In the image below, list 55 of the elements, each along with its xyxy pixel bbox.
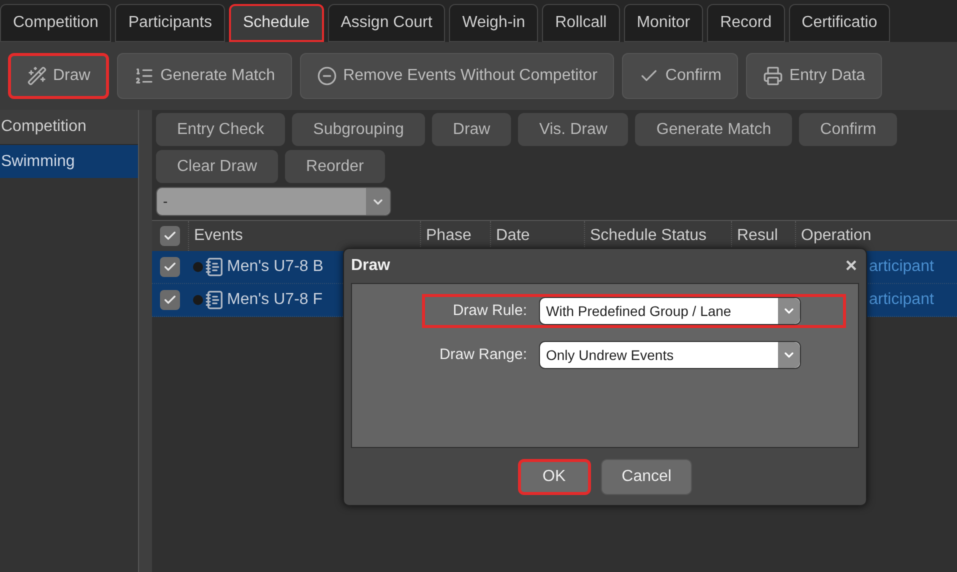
- sidebar-item[interactable]: Swimming: [0, 145, 138, 178]
- notebook-icon: [205, 257, 225, 277]
- check-icon: [163, 260, 177, 274]
- dialog-title: Draw: [351, 256, 390, 276]
- notebook-icon: [205, 290, 225, 310]
- check-icon: [163, 293, 177, 307]
- tab[interactable]: Monitor: [624, 4, 704, 42]
- wand-icon: [27, 66, 47, 86]
- checkbox[interactable]: [160, 257, 180, 277]
- action-button[interactable]: Generate Match: [635, 113, 792, 146]
- minus-circle-icon: [317, 66, 338, 86]
- close-button[interactable]: ×: [843, 256, 859, 276]
- filter-select[interactable]: -: [156, 187, 391, 216]
- field-label: Draw Range:: [438, 344, 528, 365]
- tab[interactable]: Rollcall: [542, 4, 620, 42]
- action-button[interactable]: Reorder: [285, 150, 385, 183]
- tab[interactable]: Certificatio: [788, 4, 890, 42]
- field-label: Draw Rule:: [452, 300, 528, 321]
- action-button[interactable]: Draw: [432, 113, 512, 146]
- printer-icon: [763, 66, 784, 86]
- numbered-list-icon: [134, 66, 154, 86]
- tab[interactable]: Weigh-in: [449, 4, 538, 42]
- column-header: Schedule Status: [590, 226, 707, 246]
- tab[interactable]: Participants: [115, 4, 225, 42]
- toolbar-button[interactable]: Confirm: [622, 53, 738, 99]
- dropdown-select[interactable]: Only Undrew Events: [539, 341, 801, 369]
- tab[interactable]: Competition: [0, 4, 112, 42]
- column-header: Events: [194, 226, 243, 246]
- action-button[interactable]: Entry Check: [156, 113, 286, 146]
- check-icon: [163, 229, 177, 243]
- column-header: Operation: [801, 226, 872, 246]
- column-header: Date: [496, 226, 530, 246]
- operation-link[interactable]: articipant: [869, 255, 934, 279]
- dialog-button[interactable]: OK: [518, 458, 591, 494]
- toolbar-button[interactable]: Remove Events Without Competitor: [300, 53, 614, 99]
- tab[interactable]: Record: [707, 4, 785, 42]
- action-button[interactable]: Confirm: [799, 113, 898, 146]
- dropdown-select[interactable]: With Predefined Group / Lane: [539, 297, 801, 325]
- table-cell-text: Men's U7-8 F: [227, 290, 323, 310]
- action-button[interactable]: Clear Draw: [156, 150, 278, 183]
- table-cell-text: Men's U7-8 B: [227, 257, 324, 277]
- tab[interactable]: Assign Court: [328, 4, 446, 42]
- column-header: Resul: [737, 226, 778, 246]
- tab[interactable]: Schedule: [228, 4, 324, 42]
- toolbar-button[interactable]: Generate Match: [117, 53, 292, 99]
- checkbox[interactable]: [160, 226, 180, 246]
- operation-link[interactable]: articipant: [869, 288, 934, 312]
- dialog-button[interactable]: Cancel: [600, 458, 692, 494]
- toolbar-button[interactable]: Draw: [8, 53, 110, 99]
- action-button[interactable]: Vis. Draw: [518, 113, 628, 146]
- column-header: Phase: [426, 226, 472, 246]
- checkbox[interactable]: [160, 290, 180, 310]
- sidebar-header: Competition: [0, 110, 138, 145]
- action-button[interactable]: Subgrouping: [292, 113, 425, 146]
- toolbar-button[interactable]: Entry Data: [746, 53, 882, 99]
